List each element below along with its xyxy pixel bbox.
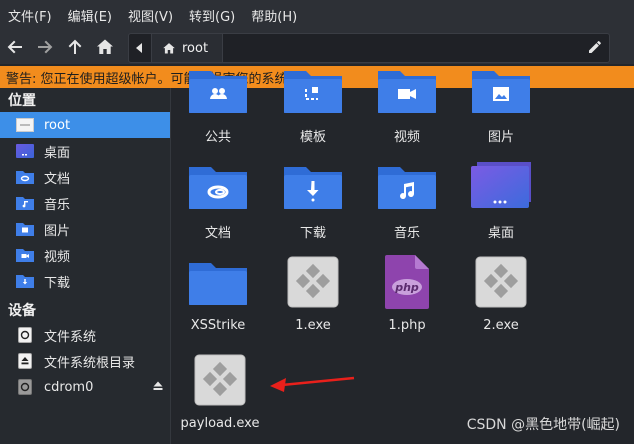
file-label: 公共 — [204, 130, 231, 145]
sidebar-item-root[interactable]: root — [0, 112, 170, 138]
sidebar-item-label: 图片 — [44, 223, 71, 239]
path-scroll-left-button[interactable] — [129, 34, 152, 62]
music-folder-icon — [376, 158, 438, 214]
file-item-public[interactable]: 公共 — [171, 62, 265, 145]
eject-icon[interactable] — [152, 380, 164, 396]
executable-file-icon — [470, 254, 532, 310]
folder-icon — [187, 254, 249, 310]
arrow-right-icon — [38, 40, 53, 54]
file-label: payload.exe — [180, 416, 260, 431]
executable-file-icon — [189, 352, 251, 408]
pencil-icon — [589, 41, 601, 53]
file-label: 图片 — [487, 130, 514, 145]
downloads-icon — [16, 274, 34, 288]
file-item-music[interactable]: 音乐 — [360, 158, 454, 241]
file-item-2-exe[interactable]: 2.exe — [454, 254, 548, 333]
desktop-icon — [16, 144, 34, 158]
public-folder-icon — [187, 62, 249, 118]
documents-folder-icon — [187, 158, 249, 214]
sidebar-item-label: cdrom0 — [44, 379, 94, 395]
drive-icon — [16, 327, 34, 343]
sidebar-item-label: root — [44, 117, 71, 133]
menu-view[interactable]: 视图(V) — [120, 6, 181, 25]
sidebar-item-label: 音乐 — [44, 197, 71, 213]
file-item-pictures[interactable]: 图片 — [454, 62, 548, 145]
file-label: 音乐 — [393, 226, 420, 241]
pictures-icon — [16, 222, 34, 236]
file-label: 2.exe — [483, 318, 519, 333]
sidebar-item-label: 文档 — [44, 171, 71, 187]
pictures-folder-icon — [470, 62, 532, 118]
home-button[interactable] — [90, 32, 120, 62]
file-label: 下载 — [299, 226, 326, 241]
arrow-up-icon — [68, 39, 82, 54]
videos-icon — [16, 248, 34, 262]
sidebar-item-label: 桌面 — [44, 145, 71, 161]
edit-path-button[interactable] — [587, 39, 603, 59]
file-view: 公共 模板 视频 图片 文档 下载 音乐 桌面 XSStrike 1.exe p… — [171, 71, 634, 444]
sidebar-item-label: 文件系统 — [44, 329, 97, 345]
sidebar-item-label: 视频 — [44, 249, 71, 265]
location-bar: root — [128, 33, 610, 63]
file-label: 1.php — [388, 318, 426, 333]
forward-button[interactable] — [30, 32, 60, 62]
sidebar-item-music[interactable]: 音乐 — [0, 190, 170, 216]
file-item-videos[interactable]: 视频 — [360, 62, 454, 145]
sidebar-item-desktop[interactable]: 桌面 — [0, 138, 170, 164]
file-item-desktop[interactable]: 桌面 — [454, 158, 548, 241]
menu-help[interactable]: 帮助(H) — [243, 6, 305, 25]
file-label: 视频 — [393, 130, 420, 145]
back-button[interactable] — [0, 32, 30, 62]
breadcrumb-label: root — [182, 40, 209, 56]
file-item-documents[interactable]: 文档 — [171, 158, 265, 241]
sidebar-item-label: 下载 — [44, 275, 71, 291]
sidebar-item-documents[interactable]: 文档 — [0, 164, 170, 190]
sidebar: 位置 root 桌面 文档 音乐 图片 视频 下载 设备 文件系统 文件系统根目… — [0, 88, 171, 444]
devices-section-title: 设备 — [8, 303, 36, 319]
arrow-left-icon — [7, 40, 22, 54]
downloads-folder-icon — [282, 158, 344, 214]
menu-bar: 文件(F) 编辑(E) 视图(V) 转到(G) 帮助(H) — [0, 0, 634, 30]
file-item-xsstrike[interactable]: XSStrike — [171, 254, 265, 333]
music-icon — [16, 196, 34, 210]
videos-folder-icon — [376, 62, 438, 118]
menu-edit[interactable]: 编辑(E) — [60, 6, 120, 25]
file-item-1-php[interactable]: php 1.php — [360, 254, 454, 333]
root-drive-icon — [16, 353, 34, 369]
file-label: XSStrike — [190, 318, 246, 333]
watermark: CSDN @黑色地带(崛起) — [466, 417, 620, 433]
file-label: 文档 — [204, 226, 231, 241]
php-file-icon: php — [376, 254, 438, 310]
sidebar-item-pictures[interactable]: 图片 — [0, 216, 170, 242]
file-label: 桌面 — [487, 226, 514, 241]
sidebar-item-downloads[interactable]: 下载 — [0, 268, 170, 294]
file-label: 1.exe — [295, 318, 331, 333]
sidebar-item-cdrom0[interactable]: cdrom0 — [0, 374, 170, 400]
sidebar-item-label: 文件系统根目录 — [44, 355, 136, 371]
file-item-1-exe[interactable]: 1.exe — [266, 254, 360, 333]
templates-folder-icon — [282, 62, 344, 118]
desktop-folder-icon — [470, 158, 532, 214]
file-item-payload-exe[interactable]: payload.exe — [173, 352, 267, 431]
breadcrumb-root[interactable]: root — [152, 34, 224, 62]
file-label: 模板 — [299, 130, 326, 145]
cdrom-icon — [16, 379, 34, 395]
file-item-templates[interactable]: 模板 — [266, 62, 360, 145]
file-item-downloads[interactable]: 下载 — [266, 158, 360, 241]
home-folder-icon — [16, 118, 34, 132]
sidebar-item-filesystem-root[interactable]: 文件系统根目录 — [0, 348, 170, 374]
menu-go[interactable]: 转到(G) — [181, 6, 243, 25]
menu-file[interactable]: 文件(F) — [0, 6, 60, 25]
home-icon — [97, 39, 113, 54]
sidebar-item-filesystem[interactable]: 文件系统 — [0, 322, 170, 348]
chevron-left-icon — [136, 43, 142, 53]
svg-text:php: php — [394, 281, 419, 294]
executable-file-icon — [282, 254, 344, 310]
sidebar-item-videos[interactable]: 视频 — [0, 242, 170, 268]
documents-icon — [16, 170, 34, 184]
home-icon — [163, 42, 175, 54]
up-button[interactable] — [60, 32, 90, 62]
annotation-arrow-icon — [270, 376, 355, 392]
places-section-title: 位置 — [8, 93, 36, 109]
